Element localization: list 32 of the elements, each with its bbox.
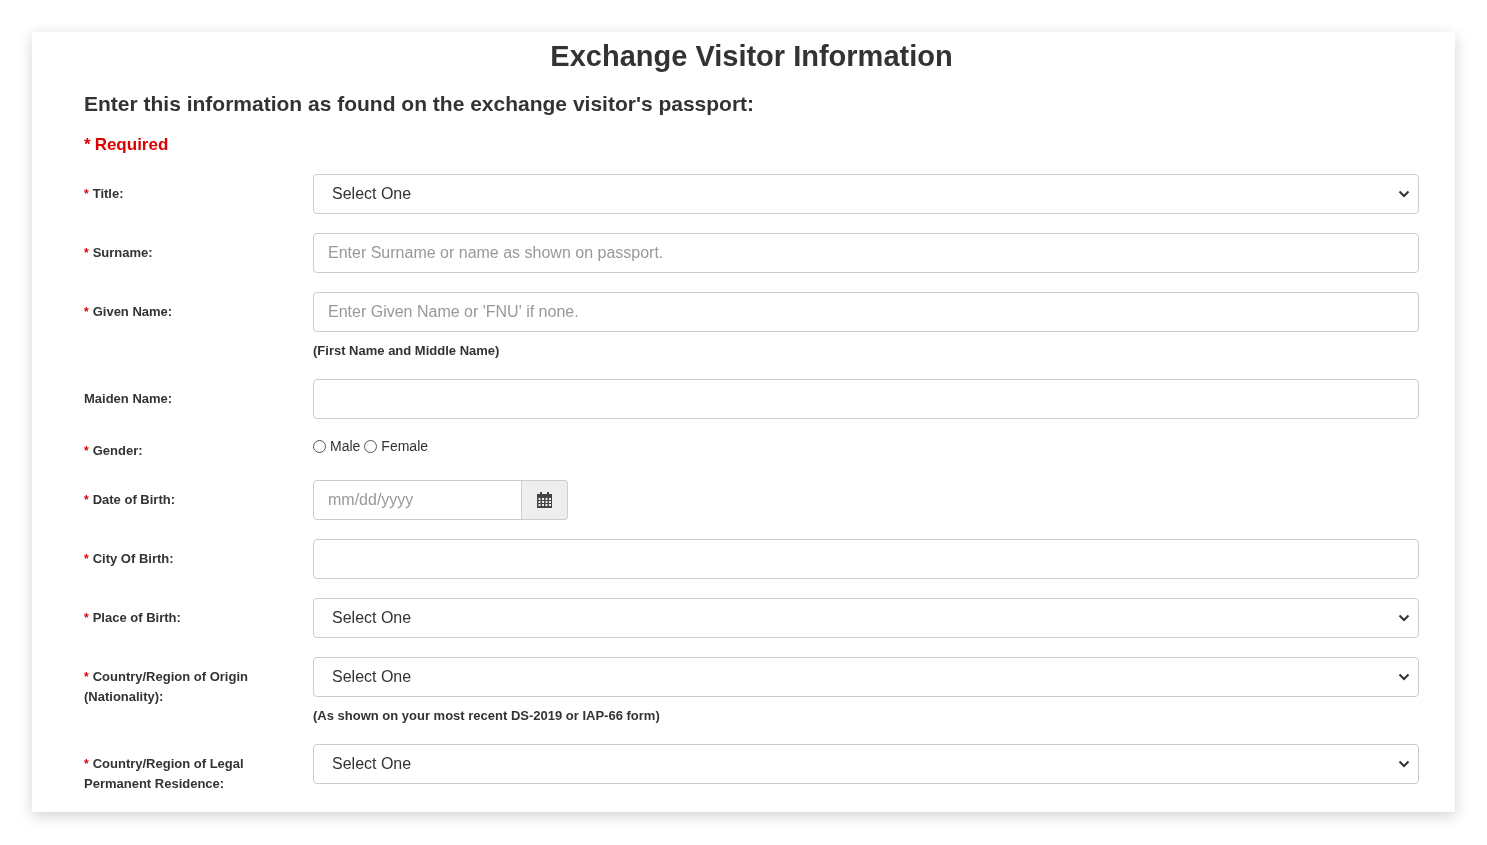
chevron-down-icon [1398,190,1410,198]
chevron-down-icon [1398,673,1410,681]
radio-label: Female [381,438,429,454]
field-label: * Given Name: [84,303,174,321]
section-heading: Enter this information as found on the exchange visitor's passport: [84,91,756,117]
field-label: Maiden Name: [84,390,174,408]
page-title: Exchange Visitor Information [549,39,954,74]
chevron-down-icon [1398,614,1410,622]
calendar-icon [537,492,552,508]
text-input[interactable]: Enter Surname or name as shown on passport. [313,233,1419,273]
field-label: * Surname: [84,244,154,262]
text-input[interactable] [313,379,1419,419]
field-label: * Gender: [84,442,144,460]
field-label: * Country/Region of Origin (Nationality): [84,668,249,706]
required-legend: * Required [84,134,1419,156]
radio-label: Male [330,438,361,454]
select-dropdown[interactable]: Select One [313,174,1419,214]
date-input[interactable]: mm/dd/yyyy [313,480,522,520]
select-dropdown[interactable]: Select One [313,598,1419,638]
text-input[interactable]: Enter Given Name or 'FNU' if none. [313,292,1419,332]
field-hint: (As shown on your most recent DS-2019 or IAP-66 form) [313,707,661,725]
field-label: * Date of Birth: [84,491,176,509]
select-dropdown[interactable]: Select One [313,657,1419,697]
field-label: * Country/Region of Legal Permanent Residence: [84,755,245,793]
calendar-button[interactable] [522,480,568,520]
field-label: * Place of Birth: [84,609,182,627]
select-dropdown[interactable]: Select One [313,744,1419,784]
field-hint: (First Name and Middle Name) [313,342,501,360]
text-input[interactable] [313,539,1419,579]
field-label: * Title: [84,185,125,203]
field-label: * City Of Birth: [84,550,175,568]
chevron-down-icon [1398,760,1410,768]
